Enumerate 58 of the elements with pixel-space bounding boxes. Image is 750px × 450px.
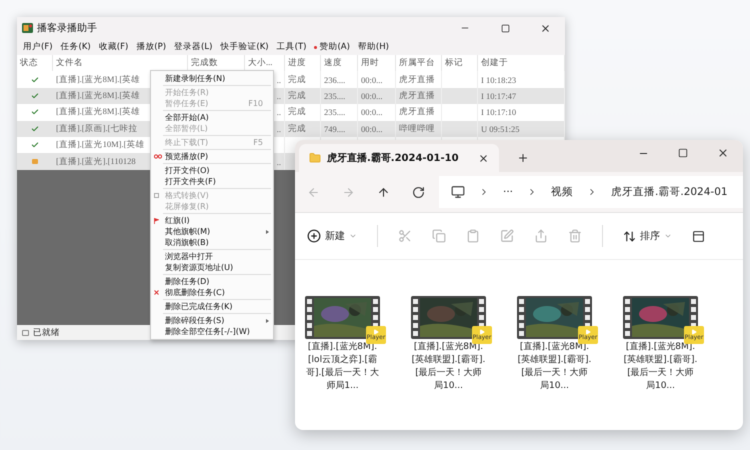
menu-item[interactable]: 快手验证(K)	[220, 41, 269, 53]
menu-item[interactable]: 删除碎段任务(S)	[151, 315, 273, 326]
menu-item[interactable]: 浏览器中打开	[151, 251, 273, 262]
play-icon	[585, 329, 591, 335]
play-icon	[373, 329, 379, 335]
new-button[interactable]: 新建	[307, 229, 357, 243]
convert-icon	[154, 192, 159, 198]
app-logo-icon	[22, 23, 33, 33]
plus-icon	[517, 152, 529, 164]
menu-item[interactable]: 登录器(L)	[174, 41, 212, 53]
close-tab-button[interactable]	[478, 152, 489, 164]
folder-tab[interactable]: 虎牙直播.霸哥.2024-01-10	[299, 144, 499, 172]
menu-item[interactable]: 打开文件夹(F)	[151, 176, 273, 187]
maximize-icon	[500, 24, 510, 32]
menu-item[interactable]: 任务(K)	[60, 41, 91, 53]
plus-circle-icon	[307, 229, 321, 243]
maximize-icon	[678, 148, 688, 158]
new-tab-button[interactable]	[517, 152, 529, 164]
breadcrumb-item[interactable]: ···	[503, 186, 514, 198]
menu-item[interactable]: 删除任务(D)	[151, 276, 273, 287]
menu-item[interactable]: 赞助(A)	[314, 41, 350, 53]
status-icon	[22, 330, 29, 336]
close-icon	[717, 147, 729, 159]
status-text: 已就绪	[33, 326, 60, 338]
folder-icon	[309, 152, 321, 164]
menu-item[interactable]: 收藏(F)	[98, 41, 128, 53]
play-icon	[691, 329, 697, 335]
breadcrumb-item[interactable]: 虎牙直播.霸哥.2024-01	[611, 185, 728, 199]
sort-icon	[623, 230, 636, 242]
menu-item[interactable]: 工具(T)	[276, 41, 306, 53]
close-icon	[154, 290, 159, 294]
menu-item[interactable]: 其他旗帜(M)	[151, 226, 273, 237]
up-arrow-button[interactable]	[377, 186, 390, 198]
menu-item[interactable]: 帮助(H)	[358, 41, 389, 53]
menu-item[interactable]: 取消旗帜(B)	[151, 237, 273, 248]
menu-item[interactable]: 播放(P)	[136, 41, 166, 53]
view-button[interactable]	[692, 230, 705, 242]
menu-item[interactable]: 删除已完成任务(K)	[151, 301, 273, 312]
refresh-button[interactable]	[412, 186, 425, 198]
window-title: 播客录播助手	[37, 22, 97, 35]
view-icon	[692, 230, 705, 242]
flag-icon	[154, 218, 159, 224]
close-icon	[540, 22, 550, 34]
glasses-icon	[154, 154, 162, 158]
sort-button[interactable]: 排序	[623, 229, 672, 243]
caret-icon	[349, 232, 357, 240]
play-icon	[479, 329, 485, 335]
caret-icon	[664, 232, 672, 240]
menu-item[interactable]: 复制资源页地址(U)	[151, 262, 273, 273]
menu-item[interactable]: 用户(F)	[23, 41, 53, 53]
computer-icon	[451, 185, 465, 199]
menu-item[interactable]: 删除全部空任务[-/-](W)	[151, 326, 273, 337]
waiting-icon	[32, 159, 38, 164]
close-icon	[478, 152, 489, 164]
breadcrumb-item[interactable]: 视频	[551, 185, 574, 199]
menu-item[interactable]: 预览播放(P)	[151, 151, 273, 162]
menu-item[interactable]: 彻底删除任务(C)	[151, 287, 273, 298]
menu-item[interactable]: 红旗(I)	[151, 215, 273, 226]
